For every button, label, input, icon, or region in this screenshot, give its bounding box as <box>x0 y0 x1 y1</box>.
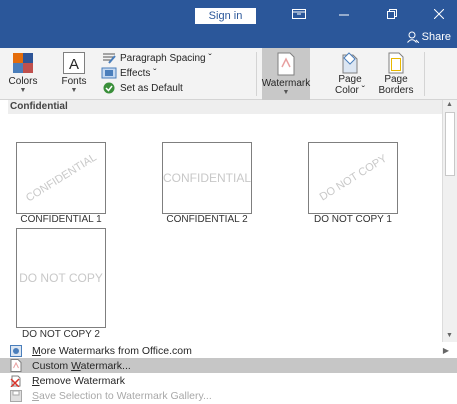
custom-watermark-icon <box>0 359 32 372</box>
watermark-tile-do-not-copy-2[interactable]: DO NOT COPY <box>16 228 106 328</box>
checkmark-icon <box>103 82 115 94</box>
custom-watermark-label: Custom Watermark... <box>32 359 131 372</box>
watermark-preview-text: CONFIDENTIAL <box>163 171 252 185</box>
page-borders-icon <box>388 52 404 74</box>
effects-button[interactable]: Effects ˇ <box>101 67 157 79</box>
chevron-down-icon: ▼ <box>19 87 27 94</box>
more-watermarks-menu-item[interactable]: More Watermarks from Office.com ▶ <box>0 343 457 358</box>
page-borders-label-line1: Page <box>384 74 408 85</box>
minimize-icon[interactable] <box>334 6 354 22</box>
watermark-tile-do-not-copy-1[interactable]: DO NOT COPY <box>308 142 398 214</box>
ribbon: Colors ▼ A Fonts ▼ Paragraph Spacing ˇ E… <box>0 48 457 100</box>
watermark-button[interactable]: Watermark ▼ <box>262 48 310 100</box>
colors-label: Colors <box>8 76 38 87</box>
watermark-icon <box>277 52 295 76</box>
paragraph-spacing-label: Paragraph Spacing ˇ <box>120 52 212 64</box>
tile-label: CONFIDENTIAL 2 <box>166 214 248 225</box>
svg-text:A: A <box>69 56 79 73</box>
scroll-down-icon[interactable]: ▼ <box>446 332 453 339</box>
chevron-down-icon: ▼ <box>282 89 290 96</box>
ribbon-display-options-icon[interactable] <box>289 6 309 22</box>
office-watermark-icon <box>0 344 32 357</box>
watermark-tile-confidential-1[interactable]: CONFIDENTIAL <box>16 142 106 214</box>
save-selection-menu-item[interactable]: Save Selection to Watermark Gallery... <box>0 388 457 403</box>
chevron-down-icon: ▼ <box>70 87 78 94</box>
watermark-preview-text: DO NOT COPY <box>19 271 103 285</box>
set-as-default-label: Set as Default <box>120 82 183 94</box>
ribbon-separator <box>424 52 425 96</box>
colors-icon <box>13 53 33 73</box>
tile-label: CONFIDENTIAL 1 <box>20 214 102 225</box>
page-color-button[interactable]: Page Color ˇ <box>332 52 368 96</box>
tile-label: DO NOT COPY 2 <box>22 329 100 340</box>
watermark-preview-text: CONFIDENTIAL <box>23 151 99 205</box>
gallery-section-header: Confidential <box>8 100 442 114</box>
fonts-label: Fonts <box>61 76 87 87</box>
save-gallery-icon <box>0 389 32 402</box>
tile-label: DO NOT COPY 1 <box>314 214 392 225</box>
watermark-preview-text: DO NOT COPY <box>317 152 389 204</box>
share-button[interactable]: Share <box>406 31 451 43</box>
paragraph-spacing-button[interactable]: Paragraph Spacing ˇ <box>101 52 212 64</box>
fonts-button[interactable]: A Fonts ▼ <box>59 52 89 94</box>
colors-button[interactable]: Colors ▼ <box>8 52 38 94</box>
page-color-label-line1: Page <box>338 74 362 85</box>
page-borders-button[interactable]: Page Borders <box>374 52 418 96</box>
share-label: Share <box>421 31 451 43</box>
sign-in-button[interactable]: Sign in <box>195 8 256 24</box>
set-as-default-button[interactable]: Set as Default <box>101 82 183 94</box>
remove-watermark-icon <box>0 375 32 387</box>
page-color-icon <box>342 52 358 74</box>
fonts-icon: A <box>63 52 85 74</box>
effects-label: Effects ˇ <box>120 67 157 79</box>
watermark-tile-confidential-2[interactable]: CONFIDENTIAL <box>162 142 252 214</box>
scroll-up-icon[interactable]: ▲ <box>446 101 453 108</box>
gallery-scrollbar[interactable]: ▲ ▼ <box>442 100 457 342</box>
paragraph-spacing-icon <box>103 53 116 64</box>
save-selection-label: Save Selection to Watermark Gallery... <box>32 389 212 402</box>
watermark-label: Watermark <box>261 78 311 89</box>
page-color-label-line2: Color ˇ <box>334 85 365 96</box>
close-icon[interactable] <box>429 6 449 22</box>
chevron-right-icon: ▶ <box>442 346 449 355</box>
watermark-gallery: CONFIDENTIAL CONFIDENTIAL 1 CONFIDENTIAL… <box>8 114 442 342</box>
custom-watermark-menu-item[interactable]: Custom Watermark... <box>0 358 457 373</box>
ribbon-separator <box>256 52 257 96</box>
remove-watermark-label: Remove Watermark <box>32 374 125 387</box>
remove-watermark-menu-item[interactable]: Remove Watermark <box>0 373 457 388</box>
effects-icon <box>101 67 117 79</box>
title-bar: Sign in <box>0 0 457 28</box>
page-borders-label-line2: Borders <box>378 85 414 96</box>
more-watermarks-label: More Watermarks from Office.com <box>32 344 192 357</box>
restore-icon[interactable] <box>382 6 402 22</box>
ribbon-tab-strip: Share <box>0 28 457 48</box>
person-icon <box>406 31 419 43</box>
scroll-thumb[interactable] <box>445 112 455 176</box>
